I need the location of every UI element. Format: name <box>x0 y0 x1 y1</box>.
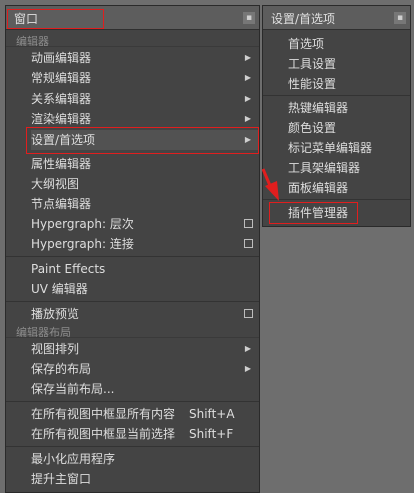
submenu-item-shelf-editor[interactable]: 工具架编辑器 <box>288 158 410 178</box>
menu-separator <box>263 95 410 96</box>
menu-item-label: 常规编辑器 <box>31 71 92 85</box>
menu-item-label: Hypergraph: 连接 <box>31 237 134 251</box>
menu-item-label: 播放预览 <box>31 307 80 321</box>
settings-submenu: 设置/首选项 ▪ 首选项 工具设置 性能设置 热键编辑器 颜色设置 标记菜单编辑… <box>262 5 411 227</box>
menu-item-label: 属性编辑器 <box>31 157 92 171</box>
menu-item-label: 渲染编辑器 <box>31 112 92 126</box>
submenu-item-hotkey-editor[interactable]: 热键编辑器 <box>288 98 410 118</box>
menu-item-label: 节点编辑器 <box>31 197 92 211</box>
menu-item-label: Hypergraph: 层次 <box>31 217 134 231</box>
menu-item-label: Paint Effects <box>31 262 106 276</box>
menu-item-label: 性能设置 <box>288 77 337 91</box>
menu-item-frame-all[interactable]: 在所有视图中框显所有内容 Shift+A <box>31 404 259 424</box>
submenu-titlebar: 设置/首选项 ▪ <box>263 6 410 30</box>
chevron-right-icon: ▶ <box>244 364 251 373</box>
menu-item-label: 标记菜单编辑器 <box>288 141 373 155</box>
menu-separator <box>6 256 259 257</box>
chevron-right-icon: ▶ <box>244 94 251 103</box>
settings-highlight-box <box>26 127 259 154</box>
menu-item-paint-effects[interactable]: Paint Effects <box>31 259 259 279</box>
menu-item-label: 面板编辑器 <box>288 181 349 195</box>
chevron-right-icon: ▶ <box>244 73 251 82</box>
plugin-manager-highlight-box <box>269 202 358 224</box>
menu-item-minimize-app[interactable]: 最小化应用程序 <box>31 449 259 469</box>
menu-item-label: 大纲视图 <box>31 177 80 191</box>
menu-item-label: 颜色设置 <box>288 121 337 135</box>
menu-item-uv-editor[interactable]: UV 编辑器 <box>31 279 259 299</box>
shortcut-label: Shift+A <box>189 407 235 421</box>
tear-off-icon[interactable]: ▪ <box>394 12 406 24</box>
option-box-icon[interactable] <box>244 309 253 318</box>
menu-item-animation-editors[interactable]: 动画编辑器 ▶ <box>31 48 259 68</box>
menu-item-label: 工具设置 <box>288 57 337 71</box>
menu-item-label: 在所有视图中框显所有内容 <box>31 407 176 421</box>
shortcut-label: Shift+F <box>189 427 234 441</box>
menu-item-node-editor[interactable]: 节点编辑器 <box>31 194 259 214</box>
submenu-item-color-settings[interactable]: 颜色设置 <box>288 118 410 138</box>
submenu-item-performance-settings[interactable]: 性能设置 <box>288 74 410 94</box>
submenu-item-preferences[interactable]: 首选项 <box>288 34 410 54</box>
menu-item-raise-main-window[interactable]: 提升主窗口 <box>31 469 259 489</box>
menu-item-label: 热键编辑器 <box>288 101 349 115</box>
menu-item-playblast[interactable]: 播放预览 <box>31 304 259 324</box>
menu-item-label: 保存当前布局... <box>31 382 115 396</box>
menu-item-hypergraph-hierarchy[interactable]: Hypergraph: 层次 <box>31 214 259 234</box>
chevron-right-icon: ▶ <box>244 53 251 62</box>
menu-item-label: 动画编辑器 <box>31 51 92 65</box>
menu-item-label: 提升主窗口 <box>31 472 92 486</box>
menu-item-outliner[interactable]: 大纲视图 <box>31 174 259 194</box>
menu-item-label: 首选项 <box>288 37 325 51</box>
chevron-right-icon: ▶ <box>244 114 251 123</box>
menu-item-label: 工具架编辑器 <box>288 161 361 175</box>
menu-item-saved-layouts[interactable]: 保存的布局 ▶ <box>31 359 259 379</box>
menu-separator <box>6 401 259 402</box>
menu-item-label: 视图排列 <box>31 342 80 356</box>
menu-item-save-current-layout[interactable]: 保存当前布局... <box>31 379 259 399</box>
menu-item-label: 在所有视图中框显当前选择 <box>31 427 176 441</box>
option-box-icon[interactable] <box>244 219 253 228</box>
window-menu: 窗口 ▪ 编辑器 动画编辑器 ▶ 常规编辑器 ▶ 关系编辑器 ▶ 渲染编辑器 ▶… <box>5 5 260 493</box>
submenu-item-tool-settings[interactable]: 工具设置 <box>288 54 410 74</box>
chevron-right-icon: ▶ <box>244 344 251 353</box>
menu-item-relationship-editors[interactable]: 关系编辑器 ▶ <box>31 89 259 109</box>
menu-item-label: 保存的布局 <box>31 362 92 376</box>
menu-separator <box>6 301 259 302</box>
section-divider <box>6 337 259 338</box>
tear-off-icon[interactable]: ▪ <box>243 12 255 24</box>
option-box-icon[interactable] <box>244 239 253 248</box>
menu-item-view-arrangement[interactable]: 视图排列 ▶ <box>31 339 259 359</box>
menu-item-label: 最小化应用程序 <box>31 452 116 466</box>
submenu-item-panel-editor[interactable]: 面板编辑器 <box>288 178 410 198</box>
menu-item-hypergraph-connections[interactable]: Hypergraph: 连接 <box>31 234 259 254</box>
menu-item-label: UV 编辑器 <box>31 282 88 296</box>
menu-item-attribute-editor[interactable]: 属性编辑器 <box>31 154 259 174</box>
submenu-item-marking-menu-editor[interactable]: 标记菜单编辑器 <box>288 138 410 158</box>
menu-separator <box>6 446 259 447</box>
menu-item-general-editors[interactable]: 常规编辑器 ▶ <box>31 68 259 88</box>
section-divider <box>6 46 259 47</box>
submenu-title: 设置/首选项 <box>271 12 336 26</box>
menu-item-frame-selected[interactable]: 在所有视图中框显当前选择 Shift+F <box>31 424 259 444</box>
window-title-highlight <box>7 9 104 29</box>
menu-item-label: 关系编辑器 <box>31 92 92 106</box>
menu-separator <box>263 199 410 200</box>
red-arrow-icon <box>262 168 279 201</box>
menu-item-rendering-editors[interactable]: 渲染编辑器 ▶ <box>31 109 259 129</box>
